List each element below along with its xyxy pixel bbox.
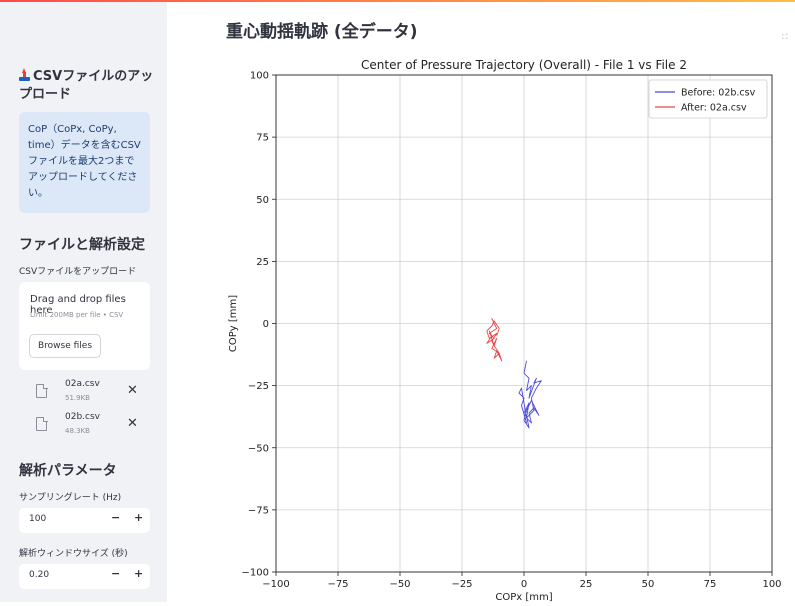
y-tick-label: −100	[242, 568, 269, 579]
x-tick-label: −50	[389, 579, 410, 590]
file-icon	[36, 383, 48, 398]
file-icon	[36, 416, 48, 431]
x-tick-label: −75	[327, 579, 348, 590]
file-size: 51.9KB	[65, 394, 90, 402]
x-tick-label: 0	[521, 579, 527, 590]
info-text: CoP（CoPx, CoPy, time）データを含むCSVファイルを最大2つま…	[28, 124, 141, 199]
uploaded-file-row: 02a.csv 51.9KB ✕	[19, 379, 150, 411]
y-tick-label: 75	[256, 133, 269, 144]
file-size: 48.3KB	[65, 427, 90, 435]
chart-title: Center of Pressure Trajectory (Overall) …	[361, 58, 687, 72]
x-axis-label: COPx [mm]	[495, 592, 552, 602]
params-section-title: 解析パラメータ	[19, 463, 117, 479]
sampling-rate-label: サンプリングレート (Hz)	[19, 493, 122, 503]
remove-file-icon[interactable]: ✕	[127, 416, 138, 431]
series-line	[518, 360, 542, 429]
window-size-increment-button[interactable]: +	[134, 567, 143, 580]
legend-label: After: 02a.csv	[681, 103, 747, 114]
upload-label: CSVファイルをアップロード	[19, 267, 137, 277]
info-box: CoP（CoPx, CoPy, time）データを含むCSVファイルを最大2つま…	[19, 112, 150, 213]
sampling-rate-value[interactable]: 100	[29, 514, 46, 524]
legend-label: Before: 02b.csv	[681, 88, 756, 99]
x-tick-label: −100	[262, 579, 289, 590]
uploaded-file-row: 02b.csv 48.3KB ✕	[19, 412, 150, 444]
y-tick-label: −50	[248, 443, 269, 454]
y-axis-label: COPy [mm]	[228, 295, 239, 352]
x-tick-label: 100	[762, 579, 781, 590]
file-name: 02a.csv	[65, 379, 100, 389]
browse-files-button[interactable]: Browse files	[29, 334, 101, 358]
y-tick-label: 100	[250, 71, 269, 82]
window-size-value[interactable]: 0.20	[29, 570, 49, 580]
settings-section-title: ファイルと解析設定	[19, 237, 145, 253]
x-tick-label: 75	[704, 579, 717, 590]
upload-header-text: CSVファイルのアップロード	[19, 69, 154, 102]
y-tick-label: 25	[256, 257, 269, 268]
x-tick-label: 50	[642, 579, 655, 590]
x-tick-label: −25	[451, 579, 472, 590]
series-line	[486, 318, 503, 362]
chart-svg: Center of Pressure Trajectory (Overall) …	[228, 58, 782, 603]
y-tick-label: −25	[248, 381, 269, 392]
cop-chart: Center of Pressure Trajectory (Overall) …	[224, 55, 790, 603]
upload-section-header: CSVファイルのアップロード	[19, 68, 154, 104]
dropzone-limit: Limit 200MB per file • CSV	[30, 311, 124, 319]
file-name: 02b.csv	[65, 412, 100, 422]
window-size-decrement-button[interactable]: −	[111, 567, 120, 580]
upload-tray-icon	[19, 68, 30, 81]
file-dropzone[interactable]: Drag and drop files here Limit 200MB per…	[19, 282, 150, 370]
page-title: 重心動揺軌跡 (全データ)	[226, 22, 418, 42]
fullscreen-icon[interactable]: ⛶	[778, 30, 792, 44]
y-tick-label: 50	[256, 195, 269, 206]
sampling-rate-decrement-button[interactable]: −	[111, 511, 120, 524]
y-tick-label: −75	[248, 505, 269, 516]
x-tick-label: 25	[580, 579, 593, 590]
window-size-label: 解析ウィンドウサイズ (秒)	[19, 549, 128, 559]
window-size-input[interactable]: 0.20 − +	[19, 564, 150, 589]
remove-file-icon[interactable]: ✕	[127, 383, 138, 398]
sampling-rate-input[interactable]: 100 − +	[19, 508, 150, 533]
sampling-rate-increment-button[interactable]: +	[134, 511, 143, 524]
y-tick-label: 0	[263, 319, 269, 330]
